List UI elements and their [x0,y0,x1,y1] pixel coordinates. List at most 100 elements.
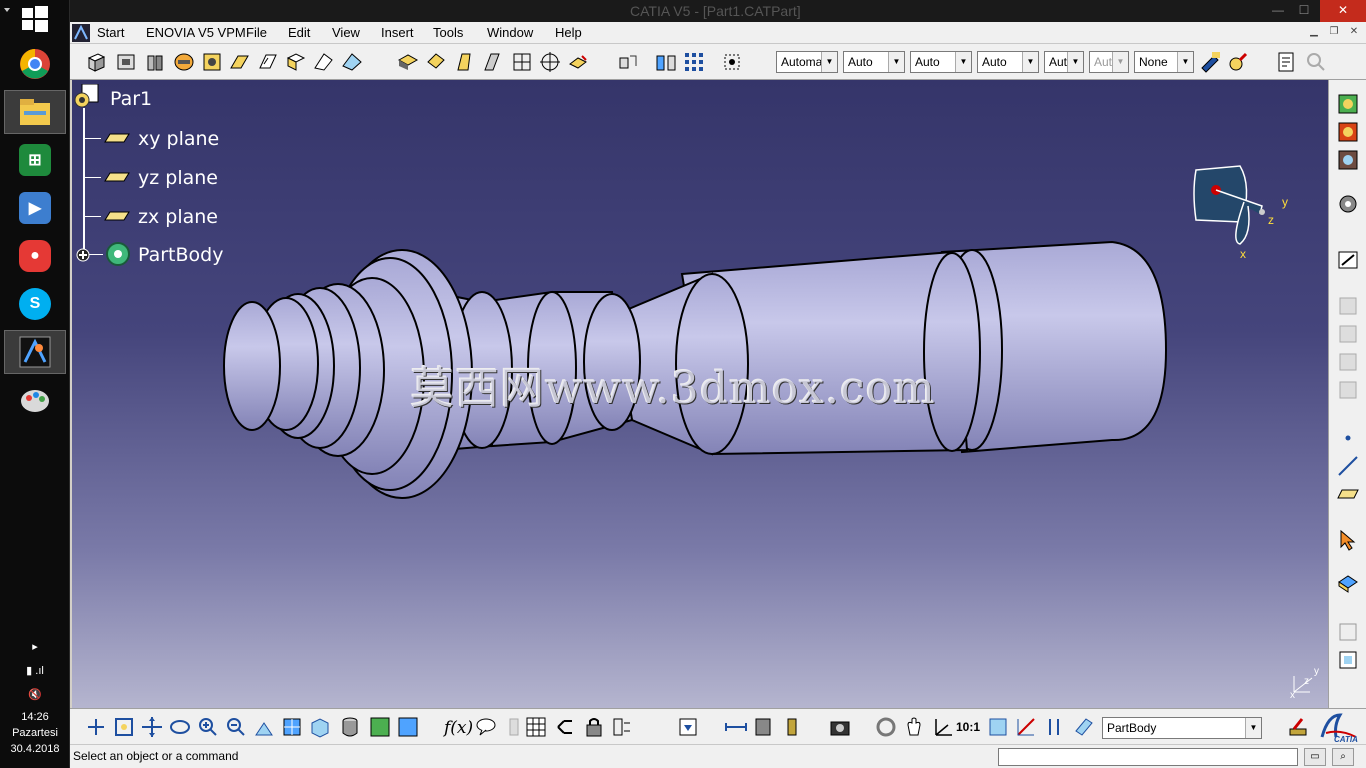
remove-loft-icon[interactable] [340,50,364,74]
shell-icon[interactable] [480,50,504,74]
thickness-combo[interactable]: Aut ▼ [1044,51,1084,73]
transparency-combo[interactable]: Auto ▼ [910,51,972,73]
catia-doc-icon[interactable] [72,24,90,42]
close-button[interactable]: ✕ [1320,0,1366,22]
design-table-icon[interactable] [524,715,548,739]
taskbar-skype[interactable]: S [4,282,66,326]
doc-restore-button[interactable]: ❐ [1326,26,1342,40]
fit-all-in-icon[interactable] [112,715,136,739]
loft-icon[interactable] [312,50,336,74]
thickness-icon[interactable] [510,50,534,74]
work-on-support-icon[interactable] [986,715,1010,739]
fly-mode-icon[interactable] [84,715,108,739]
stiffener-icon[interactable] [284,50,308,74]
update-icon[interactable] [874,715,898,739]
menu-start[interactable]: Start [97,25,124,40]
menu-view[interactable]: View [332,25,360,40]
assembly-design-icon[interactable] [1336,120,1360,144]
lock-icon[interactable] [582,715,606,739]
pocket-icon[interactable] [114,50,138,74]
measure-between-icon[interactable] [724,715,748,739]
taskbar-chrome[interactable] [4,42,66,86]
hide-show-icon[interactable] [368,715,392,739]
apply-material-icon[interactable] [1336,570,1360,594]
menu-file[interactable]: File [246,25,267,40]
tray-date[interactable]: 30.4.2018 [0,742,70,757]
translation-icon[interactable] [616,50,640,74]
groove-icon[interactable] [172,50,196,74]
rib-icon[interactable] [228,50,252,74]
measure-inertia-icon[interactable] [780,715,804,739]
compass-widget[interactable]: y z x [1190,162,1290,262]
pad-icon[interactable] [84,50,108,74]
status-search-button[interactable]: ⌕ [1332,748,1354,766]
shaft-icon[interactable] [144,50,168,74]
taskbar-catia[interactable] [4,330,66,374]
catalog-browser-icon[interactable] [676,715,700,739]
point-icon[interactable] [1336,426,1360,450]
shading-icon[interactable] [338,715,362,739]
multi-view-icon[interactable] [280,715,304,739]
hammer-icon[interactable] [1286,715,1310,739]
rotate-icon[interactable] [168,715,192,739]
slot-icon[interactable] [256,50,280,74]
minimize-button[interactable]: — [1266,0,1290,22]
windows-start-button[interactable] [0,0,70,38]
hole-icon[interactable] [200,50,224,74]
select-arrow-icon[interactable] [1336,528,1360,552]
sketcher-icon[interactable] [1336,248,1360,272]
draft-icon[interactable] [452,50,476,74]
scale-tool-icon[interactable] [1336,648,1360,672]
zoom-in-icon[interactable] [196,715,220,739]
define-in-work-object-icon[interactable] [1072,715,1096,739]
3d-viewport[interactable]: 莫西网www.3dmox.com Par1 xy plane yz plane … [72,80,1328,708]
plane-tool-icon[interactable] [1336,482,1360,506]
expand-plus-icon[interactable] [76,248,90,262]
gear-icon[interactable] [1336,192,1360,216]
menu-insert[interactable]: Insert [381,25,414,40]
taskbar-store[interactable]: ⊞ [4,138,66,182]
taskbar-file-explorer[interactable] [4,90,66,134]
tree-partbody[interactable]: PartBody [138,244,223,266]
axis-system-icon[interactable] [930,715,954,739]
swap-visible-space-icon[interactable] [396,715,420,739]
taskbar-recorder[interactable]: ● [4,234,66,278]
volume-muted-icon[interactable]: 🔇 [0,688,70,703]
doc-close-button[interactable]: ✕ [1346,26,1362,40]
mirror-icon[interactable] [654,50,678,74]
instantiate-icon[interactable] [610,715,634,739]
tray-day[interactable]: Pazartesi [0,726,70,741]
thread-icon[interactable] [538,50,562,74]
measure-item-icon[interactable] [752,715,776,739]
tree-root-part[interactable]: Par1 [110,88,152,110]
tree-xy-plane[interactable]: xy plane [138,128,219,150]
catalog-icon[interactable] [554,715,578,739]
power-input-field[interactable] [998,748,1298,766]
layer-combo[interactable]: None ▼ [1134,51,1194,73]
line-width-combo[interactable]: Automa ▼ [776,51,838,73]
taskbar-paint[interactable] [4,378,66,422]
tray-time[interactable]: 14:26 [0,710,70,725]
snap-to-point-icon[interactable] [1014,715,1038,739]
iso-view-icon[interactable] [308,715,332,739]
doc-minimize-button[interactable]: ▁ [1306,26,1322,40]
painter-icon[interactable] [1198,50,1222,74]
tree-zx-plane[interactable]: zx plane [138,206,218,228]
line-type-combo[interactable]: Auto ▼ [977,51,1039,73]
measure-icon[interactable] [720,50,744,74]
menu-window[interactable]: Window [487,25,533,40]
document-icon[interactable] [1274,50,1298,74]
tray-expand-icon[interactable]: ▸ [0,640,70,655]
current-body-combo[interactable]: PartBody ▼ [1102,717,1262,739]
part-design-icon[interactable] [1336,92,1360,116]
menu-help[interactable]: Help [555,25,582,40]
network-icon[interactable]: ▮ .ıl [0,664,70,679]
part-gear-icon[interactable] [72,84,100,110]
taskbar-media-player[interactable]: ▶ [4,186,66,230]
grid-icon[interactable] [1042,715,1066,739]
color-combo[interactable]: Auto ▼ [843,51,905,73]
remove-face-icon[interactable] [566,50,590,74]
line-icon[interactable] [1336,454,1360,478]
menu-edit[interactable]: Edit [288,25,310,40]
tree-yz-plane[interactable]: yz plane [138,167,218,189]
